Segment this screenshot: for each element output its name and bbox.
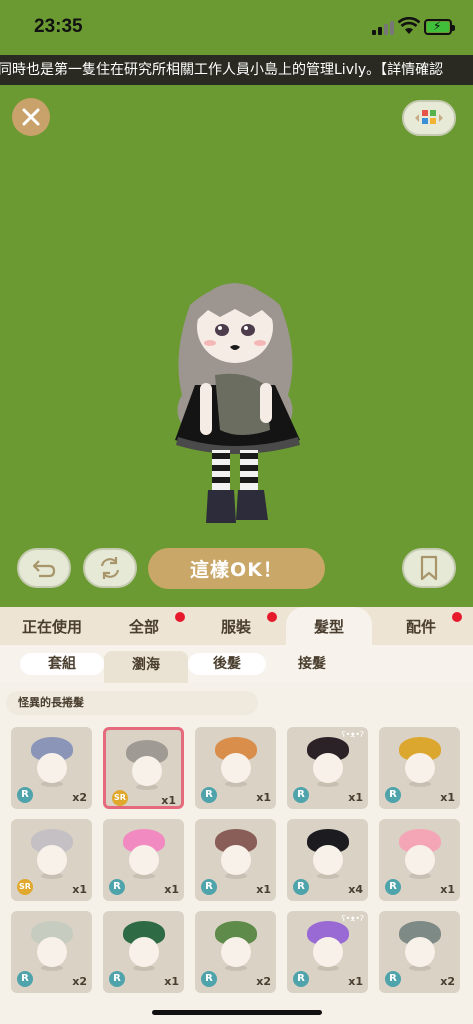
item-count: x1 xyxy=(164,975,179,988)
hair-item-card[interactable]: Rx1 xyxy=(379,819,460,901)
mannequin-head xyxy=(313,845,343,875)
hair-item-card[interactable]: Rx4 xyxy=(287,819,368,901)
hair-item-card[interactable]: Rx1 ʕ•ᴥ•ʔ xyxy=(287,727,368,809)
rarity-badge: R xyxy=(293,787,309,803)
hair-item-card[interactable]: SR x1 xyxy=(103,727,184,809)
rarity-badge: R xyxy=(201,879,217,895)
close-button[interactable] xyxy=(12,98,50,136)
rotate-icon xyxy=(100,557,120,579)
rarity-badge: R xyxy=(385,971,401,987)
hair-item-card[interactable]: Rx1 xyxy=(195,727,276,809)
mannequin-head xyxy=(37,937,67,967)
mannequin-head xyxy=(405,753,435,783)
undo-icon xyxy=(32,560,56,578)
mannequin-head xyxy=(129,937,159,967)
rarity-badge: R xyxy=(201,787,217,803)
hair-item-card[interactable]: Rx2 xyxy=(11,727,92,809)
bear-icon: ʕ•ᴥ•ʔ xyxy=(341,730,364,739)
mannequin-head xyxy=(132,756,162,786)
news-ticker[interactable]: 同時也是第一隻住在研究所相關工作人員小島上的管理Livly。【詳情確認 xyxy=(0,55,473,85)
selected-item-name: 怪異的長捲髮 xyxy=(6,691,258,715)
mannequin-head xyxy=(221,753,251,783)
signal-icon xyxy=(372,21,394,35)
rarity-badge: R xyxy=(293,879,309,895)
hair-item-card[interactable]: Rx2 xyxy=(11,911,92,993)
mannequin-head xyxy=(221,937,251,967)
hair-item-card[interactable]: Rx1 xyxy=(103,911,184,993)
item-count: x1 xyxy=(348,975,363,988)
item-count: x1 xyxy=(161,794,176,807)
rarity-badge: R xyxy=(109,971,125,987)
hair-item-card[interactable]: Rx1 ʕ•ᴥ•ʔ xyxy=(287,911,368,993)
item-count: x2 xyxy=(256,975,271,988)
subtab-extensions[interactable]: 接髮 xyxy=(272,653,352,675)
category-tabs: 正在使用 全部 服裝 髮型 配件 xyxy=(0,607,473,645)
status-time: 23:35 xyxy=(34,16,83,37)
close-icon xyxy=(22,108,40,126)
mannequin-head xyxy=(405,845,435,875)
rarity-badge: R xyxy=(201,971,217,987)
item-count: x1 xyxy=(72,883,87,896)
mannequin-head xyxy=(405,937,435,967)
battery-icon: ⚡ xyxy=(424,19,455,35)
mannequin-head xyxy=(37,753,67,783)
rarity-badge: R xyxy=(385,787,401,803)
avatar-character xyxy=(175,283,300,523)
rarity-badge: SR xyxy=(112,790,128,806)
rarity-badge: R xyxy=(17,787,33,803)
subtab-back-hair[interactable]: 後髮 xyxy=(188,653,266,675)
tab-all[interactable]: 全部 xyxy=(100,607,188,645)
tab-clothing-notification-dot xyxy=(267,612,277,622)
bookmark-button[interactable] xyxy=(402,548,456,588)
mannequin-head xyxy=(129,845,159,875)
hair-item-card[interactable]: Rx1 xyxy=(379,727,460,809)
tab-in-use[interactable]: 正在使用 xyxy=(8,607,96,645)
rarity-badge: R xyxy=(293,971,309,987)
mannequin-head xyxy=(313,937,343,967)
rotate-button[interactable] xyxy=(83,548,137,588)
item-count: x4 xyxy=(348,883,363,896)
bookmark-icon xyxy=(420,555,438,581)
wardrobe-panel: 正在使用 全部 服裝 髮型 配件 套組 瀏海 後髮 接髮 怪異的長捲髮 Rx2 S… xyxy=(0,607,473,1024)
mannequin-head xyxy=(313,753,343,783)
background-select-button[interactable] xyxy=(402,100,456,136)
ticker-text: 同時也是第一隻住在研究所相關工作人員小島上的管理Livly。【詳情確認 xyxy=(0,62,444,78)
item-count: x1 xyxy=(440,791,455,804)
tab-accessories-notification-dot xyxy=(452,612,462,622)
hair-item-card[interactable]: Rx1 xyxy=(195,819,276,901)
confirm-ok-button[interactable]: 這樣OK！ xyxy=(148,548,325,589)
avatar-stage: 23:35 ⚡ 同時也是第一隻住在研究所相關工作人員小島上的管理Livly。【詳… xyxy=(0,0,473,607)
tab-all-notification-dot xyxy=(175,612,185,622)
mannequin-head xyxy=(37,845,67,875)
rarity-badge: SR xyxy=(17,879,33,895)
tab-accessories[interactable]: 配件 xyxy=(378,607,464,645)
rarity-badge: R xyxy=(385,879,401,895)
item-count: x2 xyxy=(72,975,87,988)
item-count: x2 xyxy=(440,975,455,988)
item-count: x1 xyxy=(440,883,455,896)
home-indicator xyxy=(152,1010,322,1015)
item-count: x1 xyxy=(164,883,179,896)
rarity-badge: R xyxy=(17,971,33,987)
hair-item-card[interactable]: Rx2 xyxy=(379,911,460,993)
hair-item-card[interactable]: Rx2 xyxy=(195,911,276,993)
hair-item-card[interactable]: SR x1 xyxy=(11,819,92,901)
wifi-icon xyxy=(398,17,420,34)
item-count: x1 xyxy=(256,791,271,804)
item-count: x1 xyxy=(256,883,271,896)
undo-button[interactable] xyxy=(17,548,71,588)
tab-clothing[interactable]: 服裝 xyxy=(192,607,280,645)
hair-item-card[interactable]: Rx1 xyxy=(103,819,184,901)
bear-icon: ʕ•ᴥ•ʔ xyxy=(341,914,364,923)
item-count: x1 xyxy=(348,791,363,804)
subtab-set[interactable]: 套組 xyxy=(20,653,104,675)
status-bar: 23:35 ⚡ xyxy=(0,0,473,55)
rarity-badge: R xyxy=(109,879,125,895)
grid-icon xyxy=(415,110,443,124)
mannequin-head xyxy=(221,845,251,875)
item-count: x2 xyxy=(72,791,87,804)
hair-subtabs: 套組 瀏海 後髮 接髮 xyxy=(0,645,473,683)
tab-hairstyle[interactable]: 髮型 xyxy=(286,607,372,645)
subtab-bangs[interactable]: 瀏海 xyxy=(104,651,188,683)
